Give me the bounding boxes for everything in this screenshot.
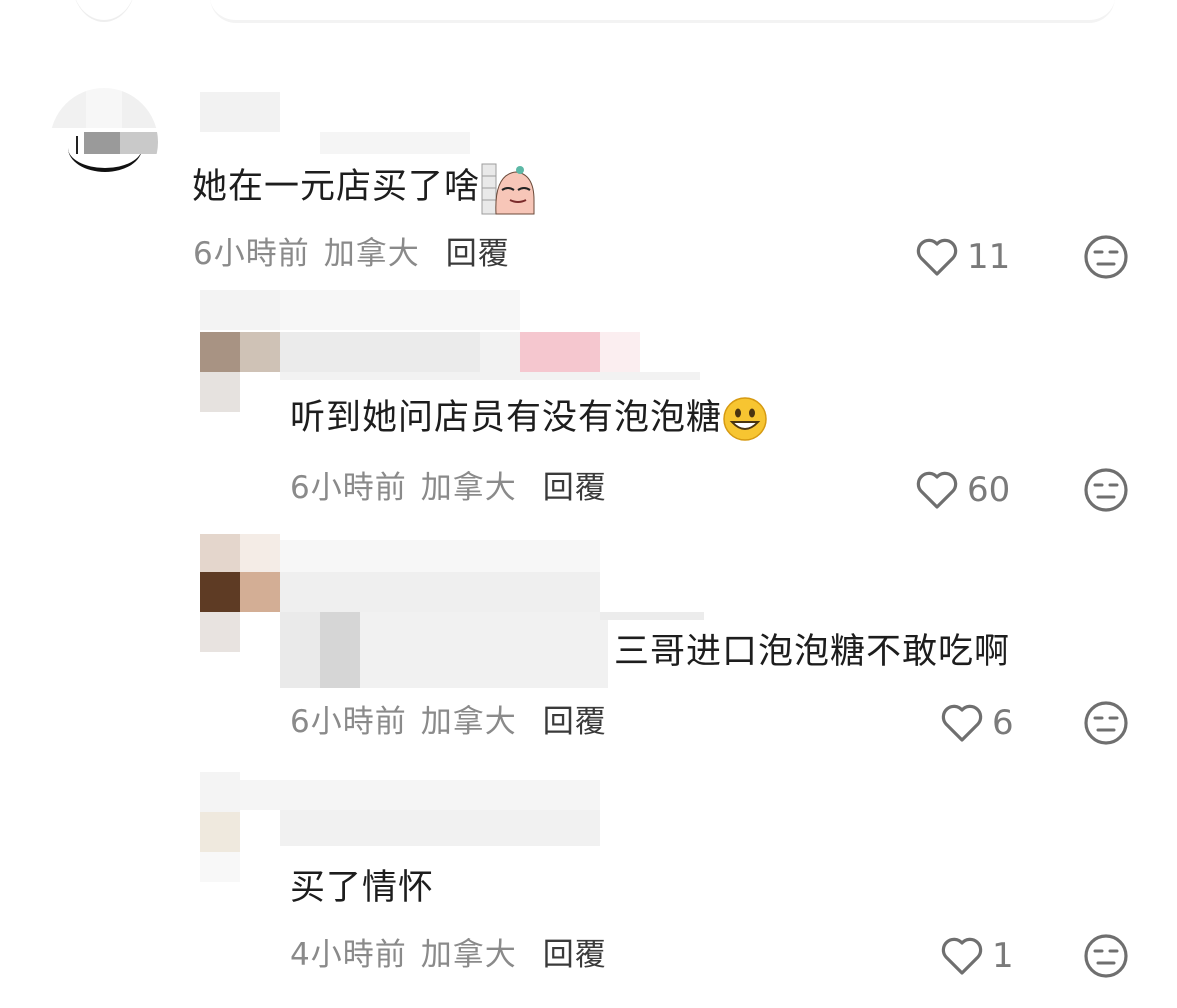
- heart-outline-icon: [941, 937, 983, 975]
- like-count: 11: [967, 237, 1011, 277]
- previous-avatar-edge: [72, 0, 136, 22]
- comment-text: 听到她问店员有没有泡泡糖: [290, 396, 768, 442]
- neutral-face-icon[interactable]: [1083, 700, 1129, 746]
- neutral-face-icon[interactable]: [1083, 234, 1129, 280]
- previous-input-bar-edge: [210, 0, 1115, 23]
- comment-time: 6小時前: [290, 470, 407, 506]
- like-count: 1: [992, 936, 1014, 976]
- comment-meta: 6小時前 加拿大 回覆: [290, 468, 607, 508]
- neutral-face-icon[interactable]: [1083, 467, 1129, 513]
- neutral-face-icon[interactable]: [1083, 933, 1129, 979]
- heart-outline-icon: [941, 704, 983, 742]
- grinning-face-icon: [723, 397, 767, 441]
- avatar[interactable]: [50, 88, 158, 196]
- reply-button[interactable]: 回覆: [543, 704, 607, 740]
- comment-text: 三哥进口泡泡糖不敢吃啊: [614, 632, 1011, 672]
- comment-time: 6小時前: [290, 704, 407, 740]
- heart-outline-icon: [916, 238, 958, 276]
- comment-meta: 6小時前 加拿大 回覆: [193, 234, 510, 274]
- reply-button[interactable]: 回覆: [543, 470, 607, 506]
- like-count: 60: [967, 470, 1011, 510]
- comment-location: 加拿大: [420, 704, 517, 740]
- comment-location: 加拿大: [420, 937, 517, 973]
- reply-button[interactable]: 回覆: [543, 937, 607, 973]
- like-button[interactable]: 6: [940, 700, 1014, 746]
- like-count: 6: [992, 703, 1014, 743]
- heart-outline-icon: [916, 471, 958, 509]
- like-button[interactable]: 11: [915, 234, 1010, 280]
- comment-text: 买了情怀: [290, 868, 435, 908]
- reply-button[interactable]: 回覆: [446, 236, 510, 272]
- like-button[interactable]: 1: [940, 933, 1014, 979]
- comment-meta: 4小時前 加拿大 回覆: [290, 935, 607, 975]
- comment-location: 加拿大: [323, 236, 420, 272]
- comment-text: 她在一元店买了啥: [192, 160, 536, 216]
- comment-time: 4小時前: [290, 937, 407, 973]
- comment-location: 加拿大: [420, 470, 517, 506]
- comment-meta: 6小時前 加拿大 回覆: [290, 702, 607, 742]
- like-button[interactable]: 60: [915, 467, 1010, 513]
- peeking-sticker-icon: [481, 163, 535, 215]
- comment-time: 6小時前: [193, 236, 310, 272]
